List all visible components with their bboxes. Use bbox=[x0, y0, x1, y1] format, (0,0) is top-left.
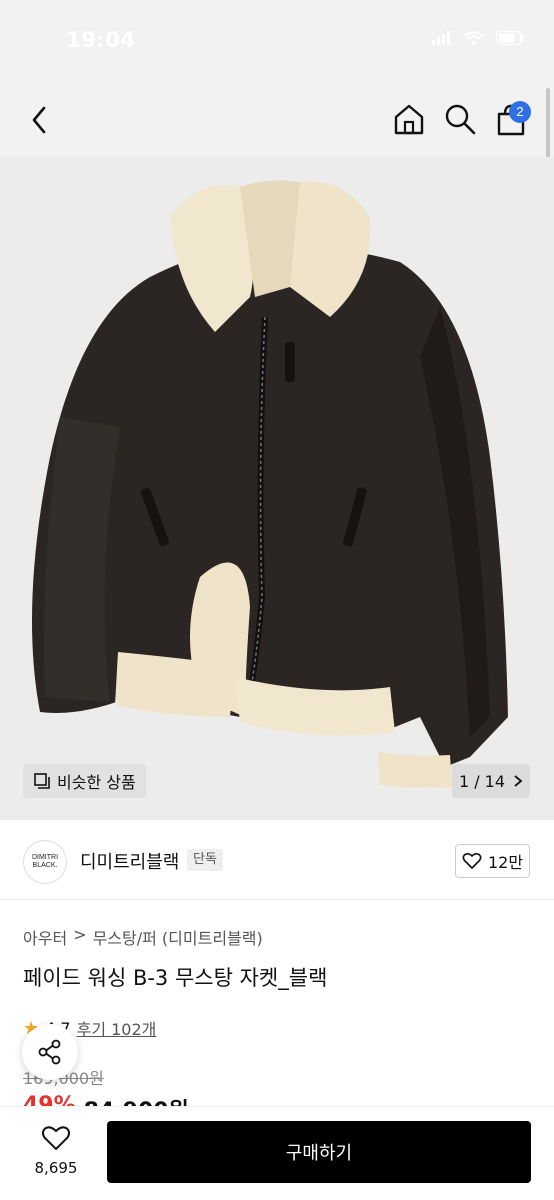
nav-bar bbox=[0, 80, 554, 157]
discount-percent: 49% bbox=[23, 1093, 76, 1107]
status-bar: 19:04 bbox=[0, 0, 554, 80]
brand-logo-text: DIMITRI bbox=[31, 854, 59, 861]
breadcrumb-subcategory[interactable]: 무스탕/퍼 (디미트리블랙) bbox=[93, 925, 263, 949]
back-button[interactable] bbox=[24, 102, 56, 138]
brand-logo[interactable]: DIMITRI BLACK. bbox=[23, 840, 67, 884]
home-button[interactable] bbox=[392, 102, 426, 136]
page-count: 1 / 14 bbox=[458, 771, 506, 791]
similar-products-button[interactable]: 비슷한 상품 bbox=[23, 764, 146, 798]
bottom-action-bar: 8,695 구매하기 bbox=[0, 1106, 554, 1200]
breadcrumb: 아우터 > 무스탕/퍼 (디미트리블랙) bbox=[23, 925, 263, 949]
brand-row: DIMITRI BLACK. 디미트리블랙 단독 12만 bbox=[0, 830, 554, 900]
home-icon bbox=[394, 104, 424, 135]
exclusive-badge: 단독 bbox=[187, 849, 223, 871]
heart-icon bbox=[462, 852, 482, 869]
status-time: 19:04 bbox=[66, 28, 136, 52]
sale-price: 84,900원 bbox=[84, 1093, 189, 1107]
search-button[interactable] bbox=[443, 102, 477, 136]
similar-icon bbox=[34, 773, 50, 789]
product-title: 페이드 워싱 B-3 무스탕 자켓_블랙 bbox=[23, 966, 328, 990]
review-count-link[interactable]: 후기 102개 bbox=[77, 1016, 157, 1040]
battery-icon bbox=[496, 30, 524, 49]
jacket-illustration bbox=[32, 180, 508, 788]
breadcrumb-category[interactable]: 아우터 bbox=[23, 925, 67, 949]
cart-badge: 2 bbox=[509, 101, 531, 123]
wishlist-count: 8,695 bbox=[34, 1159, 78, 1177]
image-page-indicator[interactable]: 1 / 14 bbox=[452, 764, 530, 798]
brand-like-count: 12만 bbox=[487, 853, 524, 872]
scrollbar[interactable] bbox=[546, 88, 550, 168]
wifi-icon bbox=[464, 30, 484, 49]
share-button[interactable] bbox=[22, 1024, 78, 1080]
brand-name[interactable]: 디미트리블랙 bbox=[80, 848, 179, 874]
brand-logo-text-2: BLACK. bbox=[32, 862, 58, 869]
chevron-left-icon bbox=[32, 106, 46, 134]
share-icon bbox=[38, 1039, 61, 1065]
buy-button[interactable]: 구매하기 bbox=[107, 1121, 531, 1183]
sale-price-row: 49% 84,900원 bbox=[23, 1093, 189, 1107]
wishlist-button[interactable]: 8,695 bbox=[28, 1125, 84, 1177]
chevron-right-icon bbox=[514, 775, 523, 787]
status-icons bbox=[432, 30, 524, 49]
product-image[interactable] bbox=[0, 157, 554, 820]
heart-icon bbox=[42, 1126, 70, 1150]
signal-icon bbox=[432, 30, 452, 49]
similar-products-label: 비슷한 상품 bbox=[57, 773, 136, 792]
search-icon bbox=[445, 104, 476, 135]
breadcrumb-separator: > bbox=[73, 925, 87, 944]
brand-like-button[interactable]: 12만 bbox=[455, 844, 530, 878]
